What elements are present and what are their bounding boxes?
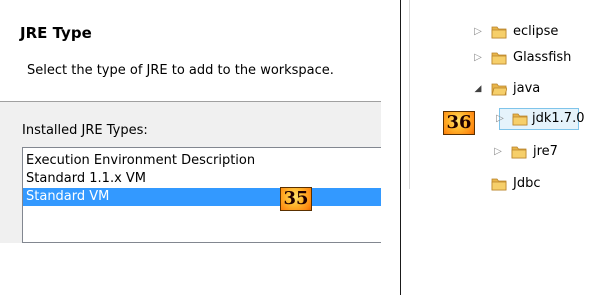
tree-item-eclipse[interactable]: ▷ eclipse bbox=[468, 21, 588, 43]
tree-item-label: Glassfish bbox=[513, 50, 572, 65]
panel-divider bbox=[400, 0, 401, 295]
list-item-standard-1-1-x-vm[interactable]: Standard 1.1.x VM bbox=[23, 170, 381, 188]
tree-item-label: jdk1.7.0 bbox=[532, 111, 585, 126]
page-subtitle: Select the type of JRE to add to the wor… bbox=[27, 63, 334, 78]
page-title: JRE Type bbox=[20, 24, 92, 42]
folder-icon bbox=[491, 26, 507, 39]
tree-item-jdbc[interactable]: Jdbc bbox=[468, 173, 588, 195]
step-badge-36: 36 bbox=[443, 111, 475, 135]
tree-item-java[interactable]: ◢ java bbox=[468, 78, 588, 100]
step-badge-35: 35 bbox=[280, 187, 312, 211]
tree-item-jre7[interactable]: ▷ jre7 bbox=[488, 141, 588, 163]
tree-item-jdk1-7-0[interactable]: ▷ jdk1.7.0 bbox=[496, 108, 584, 130]
expand-arrow-icon[interactable]: ▷ bbox=[473, 47, 483, 69]
folder-icon bbox=[511, 146, 527, 159]
expand-arrow-icon[interactable]: ▷ bbox=[495, 108, 505, 130]
expand-arrow-icon[interactable]: ▷ bbox=[493, 141, 503, 163]
folder-icon bbox=[491, 178, 507, 191]
folder-icon bbox=[512, 113, 528, 126]
tree-item-label: java bbox=[513, 81, 541, 96]
dialog-header bbox=[0, 0, 381, 101]
list-item-standard-vm[interactable]: Standard VM bbox=[23, 188, 381, 206]
jre-type-dialog: JRE Type Select the type of JRE to add t… bbox=[0, 0, 381, 243]
tree-item-label: jre7 bbox=[533, 144, 558, 159]
expand-arrow-icon[interactable]: ▷ bbox=[473, 21, 483, 43]
tree-item-label: Jdbc bbox=[513, 176, 541, 191]
installed-jre-types-label: Installed JRE Types: bbox=[22, 123, 148, 138]
tree-item-label: eclipse bbox=[513, 24, 559, 39]
collapse-arrow-icon[interactable]: ◢ bbox=[473, 78, 483, 100]
folder-tree: ▷ eclipse ▷ Glassfish ◢ java ▷ jdk1.7.0 bbox=[409, 0, 607, 191]
list-item-execution-environment[interactable]: Execution Environment Description bbox=[23, 152, 381, 170]
jre-types-list[interactable]: Execution Environment Description Standa… bbox=[22, 147, 381, 243]
open-folder-icon bbox=[491, 83, 507, 96]
tree-item-glassfish[interactable]: ▷ Glassfish bbox=[468, 47, 588, 69]
folder-icon bbox=[491, 52, 507, 65]
